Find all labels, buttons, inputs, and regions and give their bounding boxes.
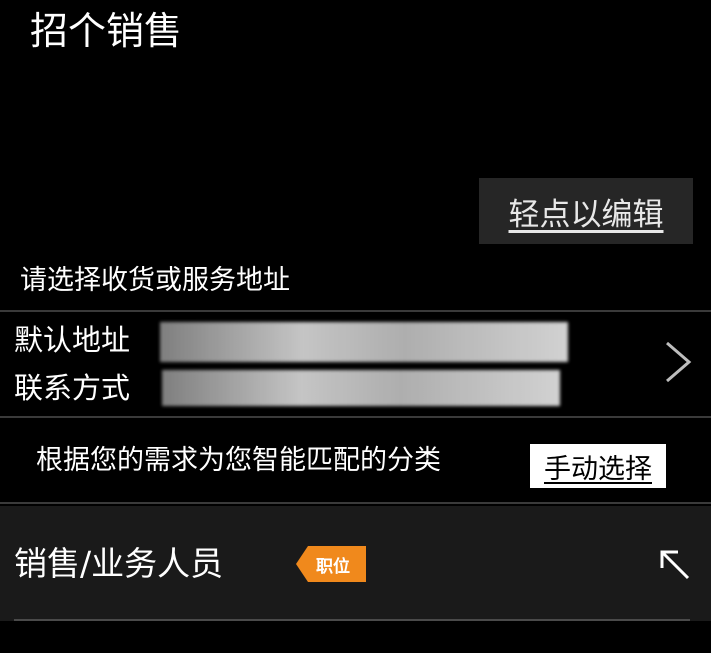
bottom-divider xyxy=(14,619,690,621)
edit-button-label: 轻点以编辑 xyxy=(508,196,664,233)
arrow-up-left-icon[interactable] xyxy=(658,548,692,582)
chevron-right-icon xyxy=(666,341,692,383)
page: 招个销售 轻点以编辑 请选择收货或服务地址 默认地址 联系方式 根据您的需求为您… xyxy=(0,0,711,653)
address-section-heading: 请选择收货或服务地址 xyxy=(20,265,290,296)
manual-select-button[interactable]: 手动选择 xyxy=(530,444,666,488)
page-title: 招个销售 xyxy=(30,9,183,53)
tag-label: 职位 xyxy=(316,556,350,577)
smart-match-bar: 根据您的需求为您智能匹配的分类 手动选择 xyxy=(0,420,711,504)
smart-match-text: 根据您的需求为您智能匹配的分类 xyxy=(36,445,441,476)
contact-label: 联系方式 xyxy=(14,371,131,405)
tag-body: 职位 xyxy=(308,546,366,582)
redacted-contact xyxy=(162,370,560,406)
manual-select-label: 手动选择 xyxy=(544,453,652,485)
redacted-address xyxy=(160,322,568,362)
default-address-label: 默认地址 xyxy=(14,323,131,357)
edit-button[interactable]: 轻点以编辑 xyxy=(479,178,693,244)
category-tag: 职位 xyxy=(296,546,366,582)
category-label: 销售/业务人员 xyxy=(14,544,224,583)
tag-notch xyxy=(296,546,308,582)
category-row[interactable]: 销售/业务人员 职位 xyxy=(0,506,711,621)
address-card[interactable]: 默认地址 联系方式 xyxy=(0,310,711,418)
